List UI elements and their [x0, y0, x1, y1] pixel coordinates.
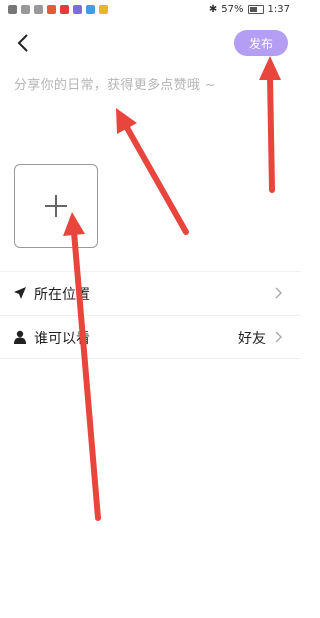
hd-icon [8, 5, 17, 14]
post-text-input[interactable]: 分享你的日常，获得更多点赞哦 ~ [14, 74, 286, 134]
visibility-row[interactable]: 谁可以看 好友 [0, 315, 300, 359]
back-button[interactable] [10, 28, 36, 58]
clock: 1:37 [267, 4, 290, 15]
location-row[interactable]: 所在位置 [0, 271, 300, 315]
wifi-icon [34, 5, 43, 14]
chevron-right-icon [275, 287, 282, 299]
visibility-value: 好友 [238, 331, 266, 347]
person-icon [14, 330, 26, 344]
location-label: 所在位置 [34, 287, 90, 303]
app-notification-icon [86, 5, 95, 14]
battery-icon [247, 5, 264, 14]
publish-button[interactable]: 发布 [234, 30, 288, 56]
bluetooth-icon: ✱ [208, 4, 218, 15]
app-notification-icon [99, 5, 108, 14]
signal-icon [21, 5, 30, 14]
visibility-label: 谁可以看 [34, 331, 90, 347]
status-bar: ✱ 57% 1:37 [0, 0, 300, 22]
status-bar-notification-icons [8, 5, 108, 14]
add-media-button[interactable] [14, 164, 98, 248]
chevron-left-icon [17, 34, 28, 52]
location-arrow-icon [14, 287, 26, 299]
battery-percent: 57% [221, 4, 244, 15]
app-notification-icon [60, 5, 69, 14]
app-notification-icon [47, 5, 56, 14]
chevron-right-icon [275, 331, 282, 343]
status-bar-system: ✱ 57% 1:37 [209, 4, 290, 15]
annotation-arrow [123, 123, 189, 235]
plus-icon [45, 195, 67, 217]
app-notification-icon [73, 5, 82, 14]
